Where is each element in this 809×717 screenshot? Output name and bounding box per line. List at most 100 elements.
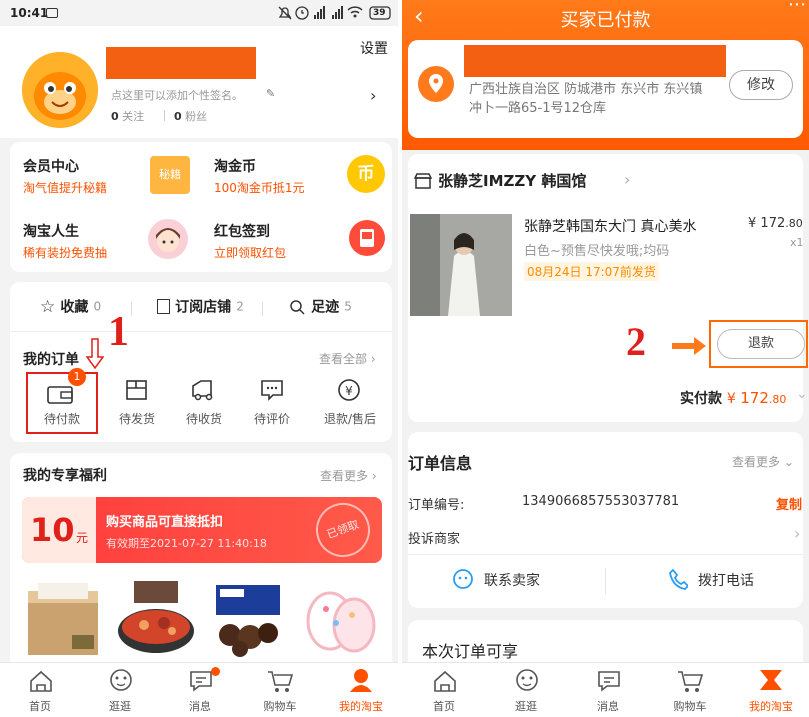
order-to-ship[interactable]: 待发货 xyxy=(101,372,173,434)
annotation-number-2: 2 xyxy=(626,319,646,364)
product-thumbnail[interactable] xyxy=(410,214,512,316)
svg-text:¥: ¥ xyxy=(345,384,353,398)
order-info-title: 订单信息 xyxy=(408,454,473,473)
order-benefits-title: 本次订单可享 xyxy=(422,642,519,661)
tab-label: 消息 xyxy=(189,700,211,713)
fans-stat[interactable]: 0 粉丝 xyxy=(174,108,207,124)
product-image-paper-box[interactable] xyxy=(22,579,106,659)
wallet-icon xyxy=(46,382,76,406)
shop-icon xyxy=(414,172,432,190)
coupon-title: 购买商品可直接抵扣 xyxy=(106,515,224,530)
view-more-order-info[interactable]: 查看更多 ⌄ xyxy=(732,453,794,470)
unread-dot xyxy=(211,667,220,676)
quick-link-label: 订阅店铺 xyxy=(175,299,232,316)
order-to-receive[interactable]: 待收货 xyxy=(168,372,240,434)
service-title: 淘金币 xyxy=(214,159,256,175)
coupon-card[interactable]: 10 元 购买商品可直接抵扣 有效期至2021-07-27 11:40:18 已… xyxy=(22,497,382,563)
product-image-snacks[interactable] xyxy=(206,579,290,659)
tab-label: 购物车 xyxy=(263,700,297,713)
coupon-unit: 元 xyxy=(76,531,89,545)
view-all-orders-link[interactable]: 查看全部 › xyxy=(319,350,376,367)
copy-order-number-button[interactable]: 复制 xyxy=(776,494,802,513)
service-subtitle: 淘气值提升秘籍 xyxy=(23,181,108,195)
order-to-review[interactable]: 待评价 xyxy=(236,372,308,434)
coin-icon: 币 xyxy=(347,155,385,193)
quick-link-label: 足迹 xyxy=(311,299,340,316)
product-title[interactable]: 张静芝韩国东大门 真心美水 xyxy=(524,216,696,236)
divider xyxy=(131,302,132,316)
service-red-packet[interactable]: 红包签到 立即领取红包 xyxy=(201,207,392,272)
benefits-title: 我的专享福利 xyxy=(23,468,107,484)
quick-link-label: 收藏 xyxy=(60,299,89,316)
view-more-benefits-link[interactable]: 查看更多 › xyxy=(320,467,377,484)
order-product-card: 张静芝IMZZY 韩国馆 › 张静芝韩国东大门 真心美水 白色~预售尽快发哦;均… xyxy=(408,154,808,422)
paid-amount: 实付款 ¥ 172.80 xyxy=(680,389,787,407)
tab-home[interactable]: 首页 xyxy=(408,665,480,717)
shipping-address: 广西壮族自治区 防城港市 东兴市 东兴镇 冲卜一路65-1号12仓库 xyxy=(469,82,703,116)
tab-my-taobao[interactable]: 我的淘宝 xyxy=(734,665,808,717)
orders-card: ☆ 收藏 0 订阅店铺 2 足迹 5 我的订单 查看全部 › 1 1 待付款 待… xyxy=(10,282,392,442)
service-taojinbi[interactable]: 淘金币 100淘金币抵1元 币 xyxy=(201,142,392,207)
button-label: 拨打电话 xyxy=(698,573,754,589)
tab-label: 我的淘宝 xyxy=(749,700,793,713)
chevron-right-icon[interactable]: › xyxy=(794,524,800,543)
annotation-right-arrow-icon xyxy=(672,336,708,356)
cart-icon xyxy=(266,669,294,693)
complain-merchant-link[interactable]: 投诉商家 xyxy=(408,528,460,547)
product-price: ¥ 172.80 xyxy=(748,216,803,231)
favorites-link[interactable]: ☆ 收藏 0 xyxy=(40,296,101,317)
avatar[interactable] xyxy=(22,52,98,128)
refund-button[interactable]: 退款 xyxy=(717,329,805,359)
more-icon[interactable]: ⋯ xyxy=(788,0,806,15)
status-time: 10:41 xyxy=(10,6,49,20)
service-taobao-life[interactable]: 淘宝人生 稀有装扮免费抽 xyxy=(10,207,201,272)
truck-icon xyxy=(190,378,218,402)
order-label: 待收货 xyxy=(185,412,222,426)
subscribed-shops-link[interactable]: 订阅店铺 2 xyxy=(157,296,244,317)
tab-label: 逛逛 xyxy=(515,700,537,713)
tab-messages[interactable]: 消息 xyxy=(164,665,236,717)
footprint-link[interactable]: 足迹 5 xyxy=(288,296,352,317)
order-pending-payment[interactable]: 1 待付款 xyxy=(26,368,98,434)
chevron-down-icon[interactable]: ⌄ xyxy=(796,386,808,402)
service-subtitle: 稀有装扮免费抽 xyxy=(23,246,108,260)
refund-yen-icon: ¥ xyxy=(337,378,361,402)
service-subtitle: 100淘金币抵1元 xyxy=(214,181,305,195)
comment-icon xyxy=(260,378,284,402)
address-card[interactable]: 广西壮族自治区 防城港市 东兴市 东兴镇 冲卜一路65-1号12仓库 修改 xyxy=(408,40,803,138)
order-number: 1349066857553037781 xyxy=(522,494,680,509)
follow-stat[interactable]: 0 关注 xyxy=(111,108,144,124)
settings-button[interactable]: 设置 xyxy=(360,38,388,58)
shop-name[interactable]: 张静芝IMZZY 韩国馆 xyxy=(438,170,586,191)
contact-seller-button[interactable]: 联系卖家 xyxy=(408,556,605,606)
product-image-hotpot[interactable] xyxy=(114,579,198,659)
tab-label: 首页 xyxy=(433,700,455,713)
home-icon xyxy=(28,669,54,693)
package-icon xyxy=(125,378,149,402)
browse-face-icon xyxy=(108,667,134,693)
shop-chevron-icon[interactable]: › xyxy=(624,170,630,189)
tab-browse[interactable]: 逛逛 xyxy=(84,665,156,717)
phone-icon xyxy=(668,568,688,590)
tab-label: 逛逛 xyxy=(109,700,131,713)
tab-messages[interactable]: 消息 xyxy=(572,665,644,717)
tab-my-taobao[interactable]: 我的淘宝 xyxy=(324,665,398,717)
service-member-center[interactable]: 会员中心 淘气值提升秘籍 秘籍 xyxy=(10,142,201,207)
coupon-amount: 10 xyxy=(30,511,75,549)
order-refund-aftersale[interactable]: ¥ 退款/售后 xyxy=(310,372,390,434)
tab-cart[interactable]: 购物车 xyxy=(654,665,726,717)
service-subtitle: 立即领取红包 xyxy=(214,246,287,260)
product-image-slippers[interactable] xyxy=(298,579,382,659)
signature-text[interactable]: 点这里可以添加个性签名。 xyxy=(111,87,243,103)
cart-icon xyxy=(676,669,704,693)
tab-cart[interactable]: 购物车 xyxy=(244,665,316,717)
message-icon xyxy=(46,8,58,18)
modify-address-button[interactable]: 修改 xyxy=(729,70,793,100)
chevron-right-icon[interactable]: › xyxy=(370,86,376,105)
edit-pencil-icon[interactable]: ✎ xyxy=(266,87,275,100)
tab-browse[interactable]: 逛逛 xyxy=(490,665,562,717)
tab-home[interactable]: 首页 xyxy=(4,665,76,717)
order-label: 待付款 xyxy=(43,412,80,426)
coupon-validity: 有效期至2021-07-27 11:40:18 xyxy=(106,537,267,550)
call-phone-button[interactable]: 拨打电话 xyxy=(606,556,803,606)
